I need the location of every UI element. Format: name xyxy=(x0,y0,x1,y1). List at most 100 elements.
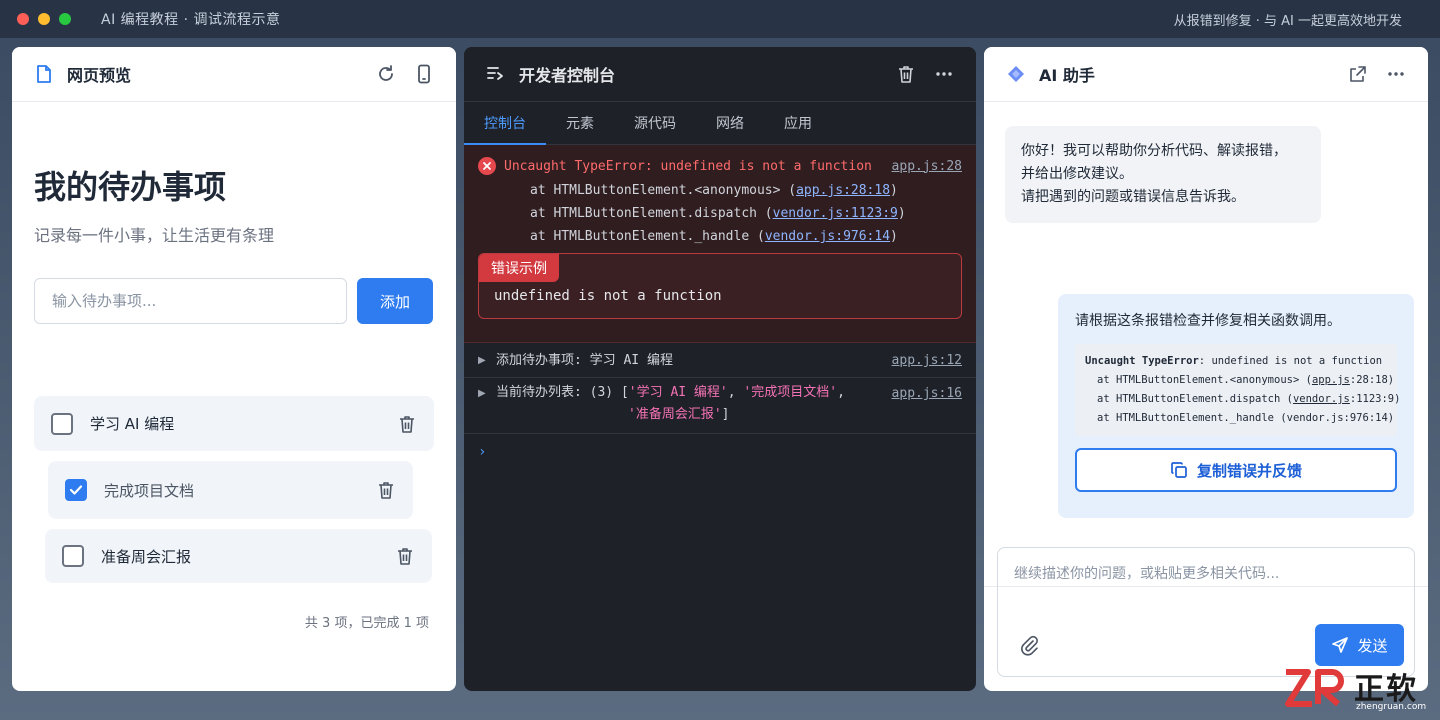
tab-application[interactable]: 应用 xyxy=(764,102,832,144)
expand-arrow-icon[interactable]: ▶ xyxy=(478,355,490,366)
copy-error-label: 复制错误并反馈 xyxy=(1196,461,1302,480)
log-source-link[interactable]: app.js:16 xyxy=(892,386,962,401)
stack-frame: at HTMLButtonElement.dispatch (vendor.js… xyxy=(530,207,962,221)
log-entry: ▶ 添加待办事项: 学习 AI 编程 app.js:12 xyxy=(464,343,976,378)
stack-trace: at HTMLButtonElement.<anonymous> (app.js… xyxy=(530,184,962,244)
message-input[interactable] xyxy=(998,548,1414,618)
add-todo-button[interactable]: 添加 xyxy=(357,278,433,324)
todo-subheading: 记录每一件小事，让生活更有条理 xyxy=(34,226,275,245)
log-text: 添加待办事项: 学习 AI 编程 xyxy=(496,353,673,368)
maximize-window-button[interactable] xyxy=(59,13,71,25)
error-code-block: Uncaught TypeError: undefined is not a f… xyxy=(1075,344,1400,436)
message-composer: 发送 xyxy=(997,547,1415,677)
message-line: 你好！我可以帮助你分析代码、解读报错， xyxy=(1021,143,1287,159)
stack-frame-text: at HTMLButtonElement.<anonymous> ( xyxy=(530,183,797,198)
console-tabs: 控制台 元素 源代码 网络 应用 xyxy=(464,102,976,145)
more-options-icon[interactable] xyxy=(934,64,954,84)
delete-icon[interactable] xyxy=(376,480,396,500)
send-label: 发送 xyxy=(1357,636,1388,655)
tab-network[interactable]: 网络 xyxy=(696,102,764,144)
checkmark-icon xyxy=(69,485,83,495)
stack-frame-text: ) xyxy=(890,229,898,244)
log-string: '完成项目文档' xyxy=(743,385,838,400)
assistant-header: AI 助手 xyxy=(984,47,1428,102)
user-request-text: 请根据这条报错检查并修复相关函数调用。 xyxy=(1075,313,1341,329)
log-string: '准备周会汇报' xyxy=(628,407,722,422)
console-panel: 开发者控制台 控制台 元素 源代码 网络 应用 Uncaught TypeErr… xyxy=(464,47,976,691)
expand-arrow-icon[interactable]: ▶ xyxy=(478,388,490,399)
send-icon xyxy=(1332,637,1349,653)
todo-item-text: 完成项目文档 xyxy=(104,481,195,500)
open-external-icon[interactable] xyxy=(1348,64,1368,84)
tab-console[interactable]: 控制台 xyxy=(464,102,546,145)
assistant-message: 你好！我可以帮助你分析代码、解读报错， 并给出修改建议。 请把遇到的问题或错误信… xyxy=(1005,126,1321,223)
console-icon xyxy=(486,64,506,84)
todo-checkbox-checked[interactable] xyxy=(65,479,87,501)
brand-logo xyxy=(1285,669,1344,707)
stack-frame-text: ) xyxy=(897,206,906,221)
send-button[interactable]: 发送 xyxy=(1315,624,1404,666)
watermark: 正软 zhengruan.com xyxy=(1282,662,1432,718)
code-link: vendor.js xyxy=(1292,393,1350,405)
todo-item[interactable]: 完成项目文档 xyxy=(48,461,413,519)
todo-app: 我的待办事项 记录每一件小事，让生活更有条理 添加 学习 AI 编程 完成项目文… xyxy=(12,162,456,691)
code-text: :1123:9) xyxy=(1349,393,1401,405)
log-prefix: 当前待办列表: (3) [ xyxy=(496,385,629,400)
document-icon xyxy=(34,64,54,84)
mobile-view-icon[interactable] xyxy=(414,64,434,84)
stack-frame-text: at HTMLButtonElement._handle ( xyxy=(530,229,765,244)
tab-sources[interactable]: 源代码 xyxy=(614,102,696,144)
user-message: 请根据这条报错检查并修复相关函数调用。 Uncaught TypeError: … xyxy=(1058,294,1414,518)
todo-input[interactable] xyxy=(34,278,347,324)
error-example-box: 错误示例 undefined is not a function xyxy=(478,253,962,319)
stack-frame-link[interactable]: vendor.js:1123:9 xyxy=(773,206,898,221)
code-text: at HTMLButtonElement._handle (vendor.js:… xyxy=(1097,412,1395,424)
code-text: :28:18) xyxy=(1349,374,1395,386)
copy-icon xyxy=(1171,462,1187,478)
window-title: AI 编程教程 · 调试流程示意 xyxy=(101,12,281,28)
code-text: : undefined is not a function xyxy=(1198,355,1383,367)
preview-header: 网页预览 xyxy=(12,47,456,102)
console-header: 开发者控制台 xyxy=(464,47,976,102)
brand-url: zhengruan.com xyxy=(1356,702,1427,712)
todo-item[interactable]: 准备周会汇报 xyxy=(45,529,432,583)
log-suffix: ] xyxy=(721,407,730,422)
attachment-icon[interactable] xyxy=(1018,634,1040,656)
ai-logo-icon xyxy=(1006,64,1026,84)
window-titlebar: AI 编程教程 · 调试流程示意 从报错到修复 · 与 AI 一起更高效地开发 xyxy=(0,0,1440,38)
todo-item-text: 准备周会汇报 xyxy=(101,547,192,566)
stack-frame-link[interactable]: vendor.js:976:14 xyxy=(765,229,890,244)
tab-elements[interactable]: 元素 xyxy=(546,102,614,144)
window-subtitle: 从报错到修复 · 与 AI 一起更高效地开发 xyxy=(1173,13,1402,29)
delete-icon[interactable] xyxy=(395,546,415,566)
stack-frame: at HTMLButtonElement._handle (vendor.js:… xyxy=(530,230,962,244)
error-entry: Uncaught TypeError: undefined is not a f… xyxy=(464,145,976,343)
clear-console-icon[interactable] xyxy=(896,64,916,84)
minimize-window-button[interactable] xyxy=(38,13,50,25)
error-source-link[interactable]: app.js:28 xyxy=(892,159,962,174)
console-prompt[interactable]: › xyxy=(464,434,976,470)
more-options-icon[interactable] xyxy=(1386,64,1406,84)
code-text: at HTMLButtonElement.dispatch ( xyxy=(1097,393,1293,405)
stack-frame-link[interactable]: app.js:28:18 xyxy=(796,183,890,198)
error-example-tag: 错误示例 xyxy=(479,254,559,282)
refresh-icon[interactable] xyxy=(376,64,396,84)
log-text: 当前待办列表: (3) ['学习 AI 编程', '完成项目文档', '准备周会汇… xyxy=(496,385,845,422)
todo-item-text: 学习 AI 编程 xyxy=(90,415,175,433)
todo-form: 添加 xyxy=(34,278,434,324)
delete-icon[interactable] xyxy=(397,414,417,434)
chat-thread: 你好！我可以帮助你分析代码、解读报错， 并给出修改建议。 请把遇到的问题或错误信… xyxy=(984,102,1428,587)
close-window-button[interactable] xyxy=(17,13,29,25)
todo-summary: 共 3 项，已完成 1 项 xyxy=(304,616,429,631)
copy-error-button[interactable]: 复制错误并反馈 xyxy=(1075,448,1397,492)
error-message: Uncaught TypeError: undefined is not a f… xyxy=(504,158,872,174)
todo-checkbox[interactable] xyxy=(51,412,73,435)
preview-panel: 网页预览 我的待办事项 记录每一件小事，让生活更有条理 添加 学习 AI 编程 xyxy=(12,47,456,691)
error-example-text: undefined is not a function xyxy=(494,288,722,304)
todo-checkbox[interactable] xyxy=(62,545,84,567)
log-source-link[interactable]: app.js:12 xyxy=(892,353,962,368)
log-entry: ▶ 当前待办列表: (3) ['学习 AI 编程', '完成项目文档', '准备周… xyxy=(464,378,976,434)
todo-item[interactable]: 学习 AI 编程 xyxy=(34,396,434,451)
window-controls xyxy=(17,13,71,25)
assistant-panel: AI 助手 你好！我可以帮助你分析代码、解读报错， 并给出修改建议。 请把遇到的… xyxy=(984,47,1428,691)
